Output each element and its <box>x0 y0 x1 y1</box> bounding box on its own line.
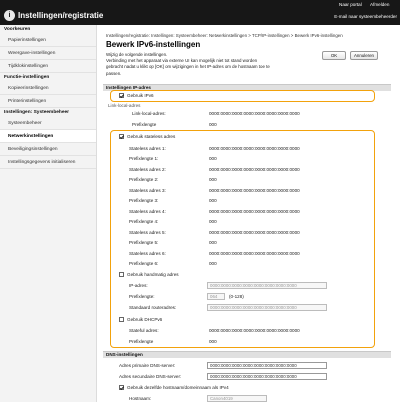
sidebar-heading-preferences: Voorkeuren <box>4 27 31 32</box>
link-local-value: 0000:0000:0000:0000:0000:0000:0000:0000 <box>209 111 300 116</box>
manual-ip-label: IP-adres: <box>129 283 148 288</box>
stateless-row-value: 0000:0000:0000:0000:0000:0000:0000:0000 <box>209 251 300 256</box>
stateless-row-label: Prefixlengte 3: <box>129 198 159 203</box>
sidebar-heading-system: Instellingen: Systeembeheer <box>4 110 70 115</box>
sidebar-item-display[interactable]: Weergave-instellingen <box>0 47 96 60</box>
use-stateless-label: Gebruik stateless adres <box>127 134 176 139</box>
cancel-button[interactable]: Annuleren <box>350 51 378 60</box>
settings-logo-icon: i <box>4 10 15 21</box>
highlight-address-options <box>110 130 375 348</box>
stateless-row-label: Stateless adres 4: <box>129 209 166 214</box>
link-local-prefix-value: 000 <box>209 122 217 127</box>
manual-prefix-range: (0-128) <box>229 294 244 299</box>
manual-ip-field[interactable]: 0000:0000:0000:0000:0000:0000:0000:0000 <box>207 282 327 289</box>
breadcrumb: Instellingen/registratie: Instellingen: … <box>106 33 343 38</box>
use-manual-address-label: Gebruik handmatig adres <box>127 272 179 277</box>
stateless-row-label: Stateless adres 2: <box>129 167 166 172</box>
stateless-row-value: 000 <box>209 156 217 161</box>
sidebar-item-network[interactable]: Netwerkinstellingen <box>0 130 96 143</box>
sidebar-item-paper[interactable]: Papierinstellingen <box>0 34 96 47</box>
checkbox-checked-icon[interactable] <box>119 134 124 139</box>
stateless-row-label: Prefixlengte 4: <box>129 219 159 224</box>
stateful-prefix-value: 000 <box>209 339 217 344</box>
sidebar-item-system-management[interactable]: Systeembeheer <box>0 117 96 130</box>
app-title: Instellingen/registratie <box>18 11 104 20</box>
link-local-prefix-label: Prefixlengte <box>132 122 157 127</box>
link-local-label: Link-local-adres: <box>132 111 166 116</box>
sidebar-item-initialize[interactable]: Instellingsgegevens initialiseren <box>0 156 96 169</box>
link-local-section-label: Link-local-adres <box>108 103 141 108</box>
stateless-row-label: Prefixlengte 6: <box>129 261 159 266</box>
manual-prefix-field[interactable]: 064 <box>207 293 225 300</box>
stateless-row-value: 0000:0000:0000:0000:0000:0000:0000:0000 <box>209 188 300 193</box>
default-router-label: Standaard routeradres: <box>129 305 177 310</box>
ok-button[interactable]: OK <box>322 51 346 60</box>
stateless-row-label: Prefixlengte 2: <box>129 177 159 182</box>
top-bar: i Instellingen/registratie Naar portal A… <box>0 0 400 25</box>
hostname-field[interactable]: Canon4019 <box>207 395 267 402</box>
page-title: Bewerk IPv6-instellingen <box>106 40 201 49</box>
checkbox-unchecked-icon[interactable] <box>119 317 124 322</box>
default-router-field[interactable]: 0000:0000:0000:0000:0000:0000:0000:0000 <box>207 304 327 311</box>
sidebar-item-printer[interactable]: Printerinstellingen <box>0 95 96 108</box>
sidebar-heading-function: Functie-instellingen <box>4 75 50 80</box>
main-content: Instellingen/registratie: Instellingen: … <box>97 25 400 402</box>
secondary-dns-field[interactable]: 0000:0000:0000:0000:0000:0000:0000:0000 <box>207 373 327 380</box>
use-ipv6-checkbox[interactable]: Gebruik IPv6 <box>119 93 154 98</box>
stateless-row-label: Stateless adres 3: <box>129 188 166 193</box>
stateless-row-value: 000 <box>209 198 217 203</box>
checkbox-checked-icon[interactable] <box>119 93 124 98</box>
primary-dns-label: Adres primaire DNS-server: <box>119 363 176 368</box>
stateless-row-value: 000 <box>209 177 217 182</box>
stateless-row-value: 0000:0000:0000:0000:0000:0000:0000:0000 <box>209 230 300 235</box>
stateless-row-value: 000 <box>209 261 217 266</box>
use-manual-address-checkbox[interactable]: Gebruik handmatig adres <box>119 272 179 277</box>
use-dhcpv6-label: Gebruik DHCPv6 <box>127 317 163 322</box>
stateless-row-label: Prefixlengte 1: <box>129 156 159 161</box>
page-description: Wijzig de volgende instellingen. Verbind… <box>106 52 326 77</box>
section-ip-address: Instellingen IP-adres <box>103 84 391 91</box>
stateless-row-label: Stateless adres 6: <box>129 251 166 256</box>
stateful-address-label: Stateful adres: <box>129 328 159 333</box>
admin-mail-link[interactable]: E-mail naar systeembeheerder <box>334 14 397 19</box>
stateful-prefix-label: Prefixlengte <box>129 339 154 344</box>
stateless-row-value: 000 <box>209 240 217 245</box>
manual-prefix-label: Prefixlengte: <box>129 294 155 299</box>
sidebar-item-security[interactable]: Beveiligingsinstellingen <box>0 143 96 156</box>
use-stateless-checkbox[interactable]: Gebruik stateless adres <box>119 134 175 139</box>
stateless-row-label: Stateless adres 1: <box>129 146 166 151</box>
same-hostname-checkbox[interactable]: Gebruik dezelfde hostnaam/domeinnaam als… <box>119 385 229 390</box>
sidebar: Voorkeuren Papierinstellingen Weergave-i… <box>0 25 97 402</box>
same-hostname-label: Gebruik dezelfde hostnaam/domeinnaam als… <box>127 385 229 390</box>
checkbox-unchecked-icon[interactable] <box>119 272 124 277</box>
checkbox-checked-icon[interactable] <box>119 385 124 390</box>
stateless-row-label: Prefixlengte 5: <box>129 240 159 245</box>
brand: i Instellingen/registratie <box>4 10 103 21</box>
stateless-row-label: Stateless adres 5: <box>129 230 166 235</box>
stateless-row-value: 000 <box>209 219 217 224</box>
use-ipv6-label: Gebruik IPv6 <box>127 93 154 98</box>
stateful-address-value: 0000:0000:0000:0000:0000:0000:0000:0000 <box>209 328 300 333</box>
hostname-label: Hostnaam: <box>129 396 152 401</box>
secondary-dns-label: Adres secundaire DNS-server: <box>119 374 182 379</box>
description-line: passen. <box>106 70 122 76</box>
sidebar-item-timer[interactable]: Tijdklokinstellingen <box>0 60 96 73</box>
stateless-row-value: 0000:0000:0000:0000:0000:0000:0000:0000 <box>209 167 300 172</box>
stateless-row-value: 0000:0000:0000:0000:0000:0000:0000:0000 <box>209 146 300 151</box>
portal-link[interactable]: Naar portal <box>339 2 362 7</box>
sidebar-item-copy[interactable]: Kopieerinstellingen <box>0 82 96 95</box>
logout-link[interactable]: Afmelden <box>370 2 389 7</box>
use-dhcpv6-checkbox[interactable]: Gebruik DHCPv6 <box>119 317 162 322</box>
primary-dns-field[interactable]: 0000:0000:0000:0000:0000:0000:0000:0000 <box>207 362 327 369</box>
section-dns: DNS-instellingen <box>103 351 391 358</box>
stateless-row-value: 0000:0000:0000:0000:0000:0000:0000:0000 <box>209 209 300 214</box>
